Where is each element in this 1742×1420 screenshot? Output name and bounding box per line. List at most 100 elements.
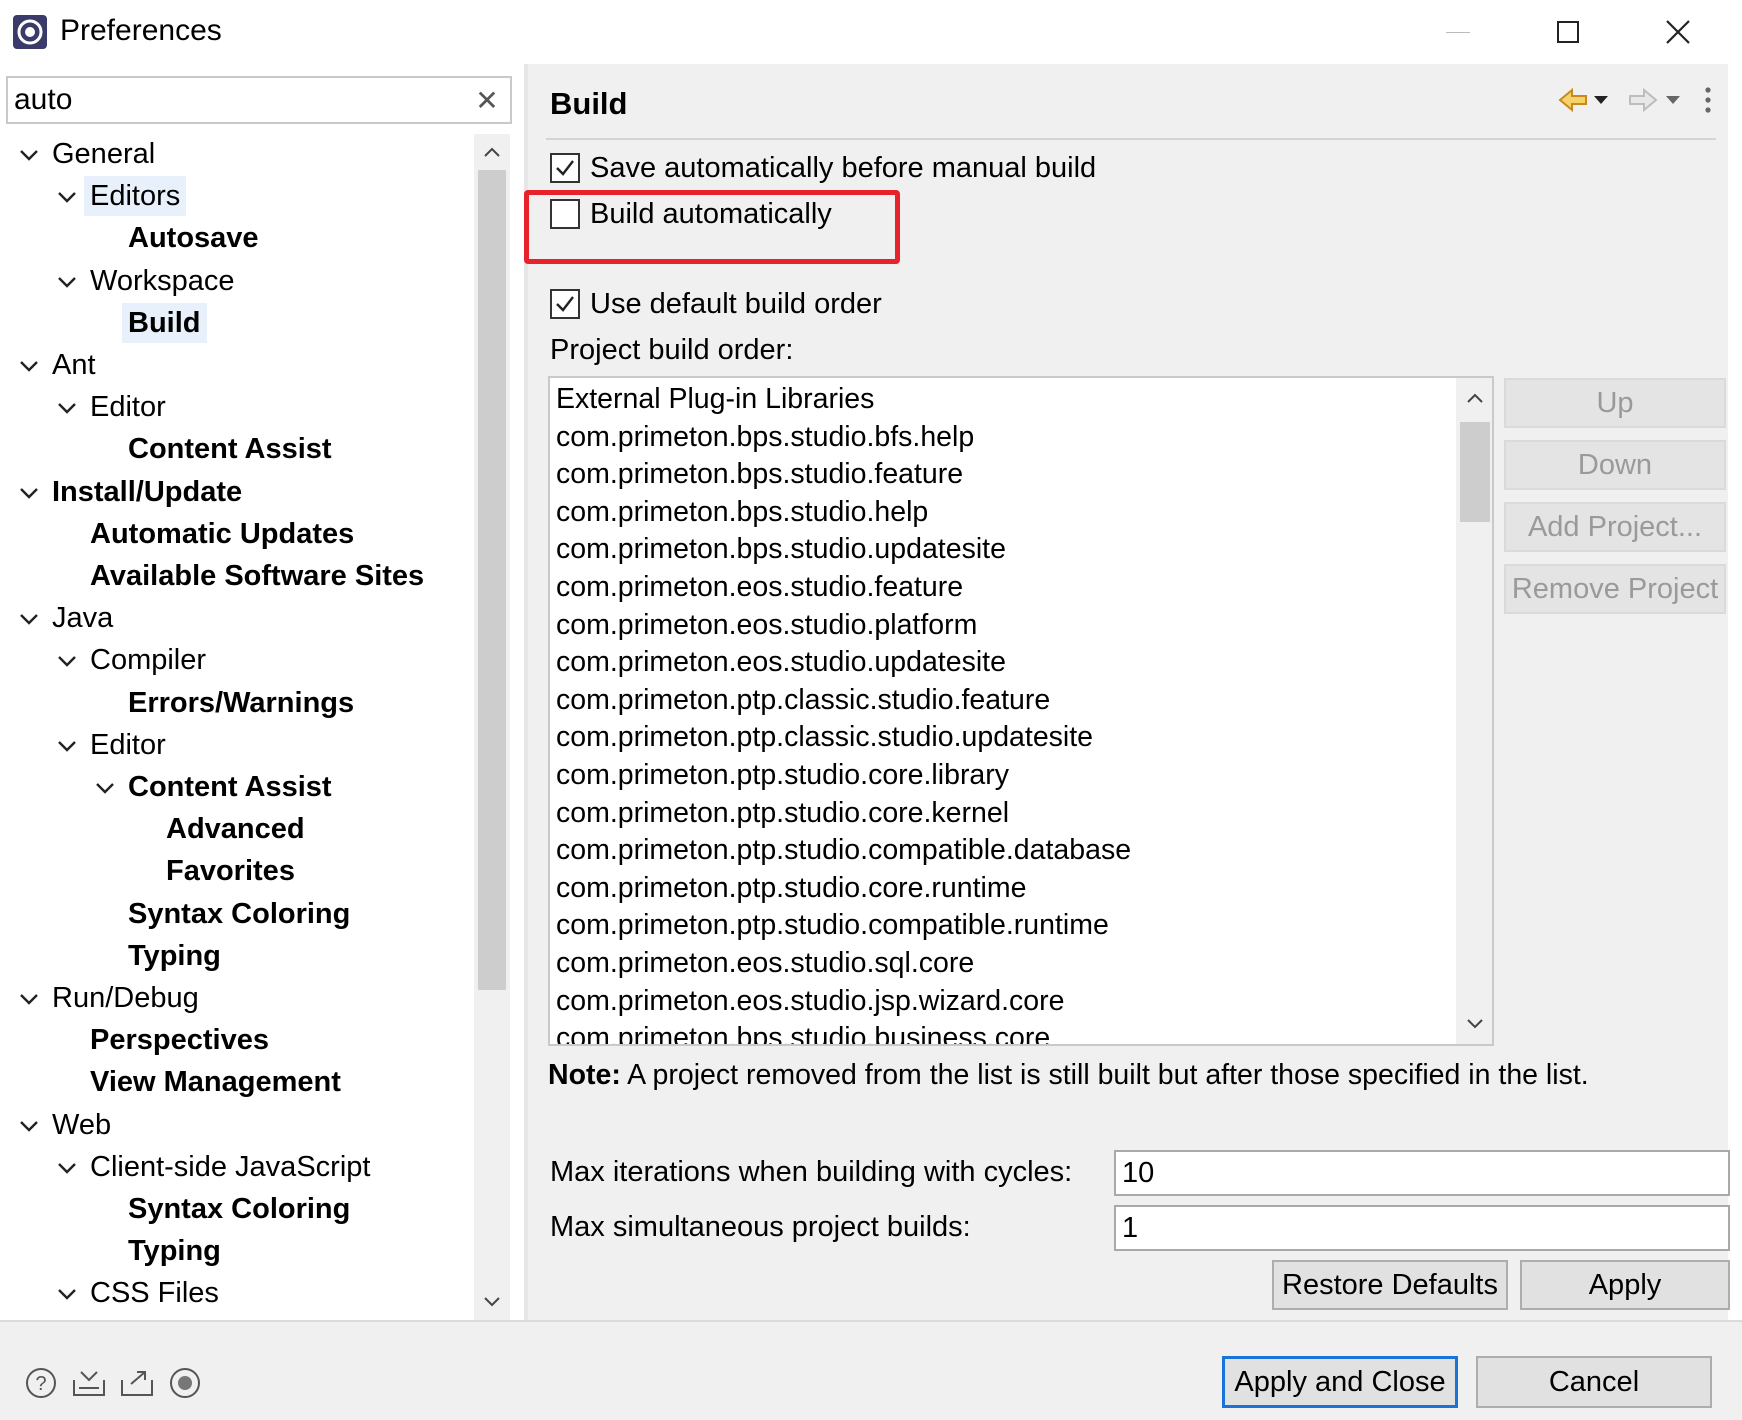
down-button[interactable]: Down: [1504, 440, 1726, 490]
list-scroll-down-icon[interactable]: [1456, 1004, 1492, 1044]
list-item[interactable]: External Plug-in Libraries: [556, 380, 874, 418]
tree-item[interactable]: Java: [46, 598, 119, 638]
chevron-down-icon[interactable]: [56, 650, 78, 672]
max-iterations-field[interactable]: [1114, 1150, 1730, 1196]
filter-input[interactable]: [8, 78, 468, 122]
tree-item[interactable]: Syntax Coloring: [122, 1189, 356, 1229]
list-item[interactable]: com.primeton.ptp.studio.core.runtime: [556, 869, 1026, 907]
list-item[interactable]: com.primeton.eos.studio.updatesite: [556, 643, 1006, 681]
list-item[interactable]: com.primeton.ptp.studio.compatible.datab…: [556, 831, 1131, 869]
tree-item[interactable]: Favorites: [160, 851, 301, 891]
forward-icon[interactable]: [1629, 87, 1658, 113]
back-menu-chevron-down-icon[interactable]: [1594, 96, 1608, 104]
help-icon[interactable]: ?: [22, 1364, 60, 1402]
tree-item[interactable]: Automatic Updates: [84, 514, 360, 554]
window-title: Preferences: [60, 14, 222, 47]
tree-item[interactable]: Typing: [122, 1231, 227, 1271]
tree-item[interactable]: Typing: [122, 936, 227, 976]
list-item[interactable]: com.primeton.ptp.classic.studio.updatesi…: [556, 718, 1093, 756]
apply-and-close-button[interactable]: Apply and Close: [1222, 1356, 1458, 1408]
default-order-checkbox[interactable]: [550, 289, 580, 319]
tree-item[interactable]: Content Assist: [122, 429, 338, 469]
scroll-down-icon[interactable]: [474, 1284, 510, 1320]
tree-item[interactable]: Compiler: [84, 640, 212, 680]
chevron-down-icon[interactable]: [18, 482, 40, 504]
chevron-down-icon[interactable]: [56, 271, 78, 293]
build-order-label: Project build order:: [550, 334, 794, 366]
tree-item[interactable]: View Management: [84, 1062, 347, 1102]
tree-item[interactable]: Workspace: [84, 261, 241, 301]
chevron-down-icon[interactable]: [56, 397, 78, 419]
max-simultaneous-field[interactable]: [1114, 1205, 1730, 1251]
list-item[interactable]: com.primeton.ptp.studio.core.kernel: [556, 794, 1009, 832]
list-item[interactable]: com.primeton.eos.studio.jsp.wizard.core: [556, 982, 1064, 1020]
list-scroll-up-icon[interactable]: [1456, 378, 1492, 418]
list-scrollbar[interactable]: [1456, 378, 1492, 1044]
apply-button[interactable]: Apply: [1520, 1260, 1730, 1310]
list-item[interactable]: com.primeton.bps.studio.business.core: [556, 1019, 1050, 1044]
list-item[interactable]: com.primeton.bps.studio.feature: [556, 455, 963, 493]
add-project-button[interactable]: Add Project...: [1504, 502, 1726, 552]
list-item[interactable]: com.primeton.ptp.studio.core.library: [556, 756, 1009, 794]
scroll-up-icon[interactable]: [474, 134, 510, 170]
tree-scrollbar[interactable]: [474, 134, 510, 1320]
maximize-button[interactable]: [1532, 8, 1604, 56]
tree-item[interactable]: Client-side JavaScript: [84, 1147, 376, 1187]
list-item[interactable]: com.primeton.eos.studio.platform: [556, 606, 977, 644]
up-button[interactable]: Up: [1504, 378, 1726, 428]
build-order-note: Note: A project removed from the list is…: [548, 1054, 1589, 1096]
chevron-down-icon[interactable]: [56, 1283, 78, 1305]
view-menu-icon[interactable]: [1705, 87, 1711, 113]
save-auto-checkbox[interactable]: [550, 153, 580, 183]
tree-item[interactable]: Available Software Sites: [84, 556, 430, 596]
chevron-down-icon[interactable]: [18, 144, 40, 166]
tree-item[interactable]: Autosave: [122, 218, 265, 258]
list-scrollbar-thumb[interactable]: [1460, 422, 1490, 522]
tree-item[interactable]: CSS Files: [84, 1273, 225, 1313]
tree-item[interactable]: General: [46, 134, 161, 174]
tree-item[interactable]: Syntax Coloring: [122, 894, 356, 934]
tree-item[interactable]: Web: [46, 1105, 117, 1145]
chevron-down-icon[interactable]: [18, 988, 40, 1010]
tree-item[interactable]: Editors: [84, 176, 187, 217]
list-item[interactable]: com.primeton.ptp.studio.compatible.runti…: [556, 906, 1109, 944]
chevron-down-icon[interactable]: [56, 186, 78, 208]
chevron-down-icon[interactable]: [56, 735, 78, 757]
import-icon[interactable]: [70, 1364, 108, 1402]
tree-item[interactable]: Content Assist: [122, 767, 338, 807]
list-item[interactable]: com.primeton.bps.studio.bfs.help: [556, 418, 974, 456]
record-icon[interactable]: [166, 1364, 204, 1402]
list-item[interactable]: com.primeton.bps.studio.help: [556, 493, 928, 531]
tree-item[interactable]: Editor: [84, 387, 172, 427]
chevron-down-icon[interactable]: [56, 1157, 78, 1179]
tree-item[interactable]: Perspectives: [84, 1020, 275, 1060]
list-item[interactable]: com.primeton.eos.studio.feature: [556, 568, 963, 606]
note-label: Note:: [548, 1059, 621, 1091]
export-icon[interactable]: [118, 1364, 156, 1402]
forward-menu-chevron-down-icon[interactable]: [1666, 96, 1680, 104]
tree-item[interactable]: Advanced: [160, 809, 311, 849]
list-item[interactable]: com.primeton.eos.studio.sql.core: [556, 944, 974, 982]
clear-filter-icon[interactable]: ✕: [468, 80, 506, 120]
minimize-button[interactable]: [1422, 8, 1494, 56]
tree-item[interactable]: Run/Debug: [46, 978, 205, 1018]
project-build-order-list[interactable]: External Plug-in Libraries com.primeton.b…: [548, 376, 1494, 1046]
close-button[interactable]: [1642, 8, 1714, 56]
cancel-button[interactable]: Cancel: [1476, 1356, 1712, 1408]
chevron-down-icon[interactable]: [18, 608, 40, 630]
chevron-down-icon[interactable]: [94, 777, 116, 799]
tree-item[interactable]: Editor: [84, 725, 172, 765]
title-separator: [546, 138, 1716, 140]
back-icon[interactable]: [1558, 87, 1587, 113]
chevron-down-icon[interactable]: [18, 355, 40, 377]
restore-defaults-button[interactable]: Restore Defaults: [1272, 1260, 1508, 1310]
chevron-down-icon[interactable]: [18, 1115, 40, 1137]
remove-project-button[interactable]: Remove Project: [1504, 564, 1726, 614]
scrollbar-thumb[interactable]: [478, 170, 506, 990]
list-item[interactable]: com.primeton.ptp.classic.studio.feature: [556, 681, 1050, 719]
list-item[interactable]: com.primeton.bps.studio.updatesite: [556, 530, 1006, 568]
tree-item[interactable]: Build: [122, 302, 207, 343]
tree-item[interactable]: Ant: [46, 345, 102, 385]
tree-item[interactable]: Install/Update: [46, 472, 248, 512]
tree-item[interactable]: Errors/Warnings: [122, 683, 360, 723]
